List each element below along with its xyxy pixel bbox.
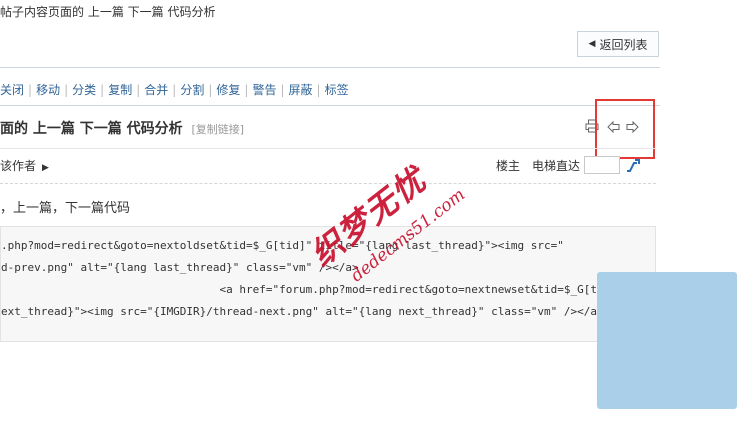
side-panel <box>597 272 737 409</box>
chevron-left-icon: ◀ <box>588 39 596 49</box>
divider <box>0 105 660 106</box>
divider <box>0 67 660 68</box>
post-divider <box>0 183 656 184</box>
toolbar-copy[interactable]: 复制 <box>108 83 132 97</box>
floor-label: 楼主 <box>496 159 521 173</box>
code-line: .php?mod=redirect&goto=nextoldset&tid=$_… <box>1 239 564 252</box>
toolbar-move[interactable]: 移动 <box>36 83 60 97</box>
code-line: ext_thread}"><img src="{IMGDIR}/thread-n… <box>1 305 604 318</box>
back-to-list-button[interactable]: ◀ 返回列表 <box>577 31 659 57</box>
toolbar-warn[interactable]: 警告 <box>252 83 276 97</box>
jump-label: 电梯直达 <box>532 159 581 173</box>
divider <box>0 148 656 149</box>
only-author-link[interactable]: 该作者 ▶ <box>0 157 49 174</box>
toolbar-split[interactable]: 分割 <box>180 83 204 97</box>
toolbar-close[interactable]: 关闭 <box>0 83 24 97</box>
moderation-toolbar: 关闭 | 移动 | 分类 | 复制 | 合并 | 分割 | 修复 | 警告 | 屏蔽 | 标签 <box>0 83 349 97</box>
back-to-list-label: 返回列表 <box>599 37 648 52</box>
code-line: d-prev.png" alt="{lang last_thread}" cla… <box>1 261 359 274</box>
thread-title-text: 面的 上一篇 下一篇 代码分析 <box>0 121 183 137</box>
toolbar-category[interactable]: 分类 <box>72 83 96 97</box>
caret-right-icon: ▶ <box>42 163 49 173</box>
code-line: <a href="forum.php?mod=redirect&goto=nex… <box>1 283 598 296</box>
only-author-label: 该作者 <box>0 159 37 173</box>
toolbar-repair[interactable]: 修复 <box>216 83 240 97</box>
copy-link[interactable]: [复制链接] <box>192 123 245 136</box>
jump-floor-input[interactable] <box>584 156 620 174</box>
post-content: ，上一篇，下一篇代码 <box>0 201 131 216</box>
thread-title: 面的 上一篇 下一篇 代码分析 [复制链接] <box>0 118 244 138</box>
toolbar-tags[interactable]: 标签 <box>325 83 349 97</box>
code-block: .php?mod=redirect&goto=nextoldset&tid=$_… <box>0 226 656 342</box>
page-title: 帖子内容页面的 上一篇 下一篇 代码分析 <box>0 5 216 19</box>
jump-go-icon[interactable] <box>625 157 641 173</box>
highlight-box <box>595 99 655 159</box>
toolbar-merge[interactable]: 合并 <box>144 83 168 97</box>
toolbar-ban[interactable]: 屏蔽 <box>289 83 313 97</box>
